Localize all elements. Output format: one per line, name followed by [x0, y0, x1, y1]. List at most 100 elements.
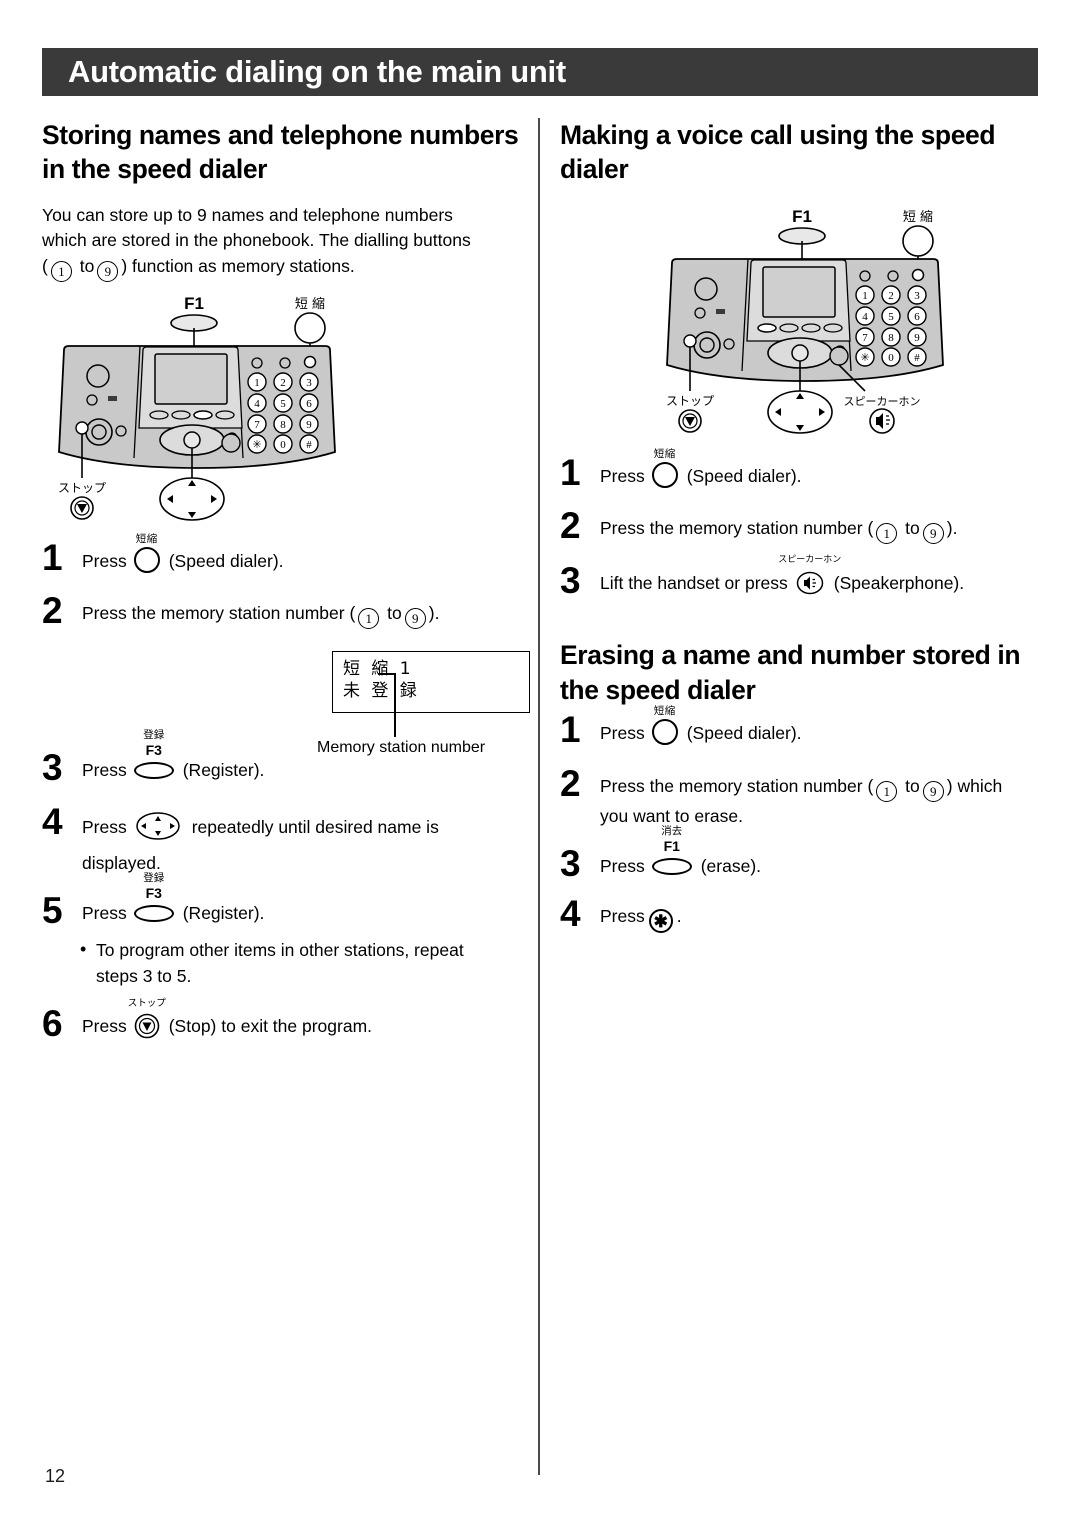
fax-machine-diagram-right: F1 短 縮 1 2 3 4 5 6 7 8 9 ✳ 0 # ストップ スピーカ…	[650, 205, 1040, 448]
fax-panel-svg-right: F1 短 縮 1 2 3 4 5 6 7 8 9 ✳ 0 # ストップ スピーカ…	[666, 207, 944, 434]
intro-line-2: which are stored in the phonebook. The d…	[42, 230, 471, 251]
step-number: 3	[560, 842, 581, 884]
step-verb: Press	[600, 723, 645, 744]
right-erase-step-1: 1 Press 短縮 (Speed dialer).	[560, 705, 1040, 748]
svg-text:3: 3	[914, 290, 920, 302]
right-voice-step-3: 3 Lift the handset or press スピーカーホン (Speak…	[560, 556, 1040, 600]
svg-text:5: 5	[888, 311, 894, 323]
key-caption: ストップ	[127, 997, 166, 1009]
lcd-screen: 短 縮 1 未 登 録	[332, 651, 530, 714]
step-verb: Press	[600, 906, 645, 926]
speed-dialer-callout-label: 短 縮	[903, 209, 933, 225]
svg-text:#: #	[306, 439, 312, 451]
svg-text:0: 0	[888, 352, 894, 364]
right-erase-step-4: 4 Press ✱.	[560, 895, 1040, 933]
key-label: F3	[145, 884, 162, 901]
key-caption: 登録	[143, 729, 165, 742]
svg-text:6: 6	[914, 311, 920, 323]
circled-digit-1: 1	[358, 608, 380, 630]
left-column: Storing names and telephone numbers in t…	[42, 118, 530, 1042]
left-step-2: 2 Press the memory station number (1 to 9…	[42, 592, 522, 630]
svg-text:#: #	[914, 352, 920, 364]
stop-key-icon[interactable]: ストップ	[128, 999, 166, 1039]
step-mid: to	[905, 775, 920, 796]
svg-text:7: 7	[254, 419, 260, 431]
step-text: Press 消去 F1 (erase).	[600, 826, 1040, 879]
speakerphone-key-icon[interactable]: スピーカーホン	[778, 556, 841, 596]
svg-text:✳: ✳	[252, 439, 261, 451]
step-number: 1	[42, 536, 63, 578]
step-prefix: Press the memory station number (	[82, 603, 356, 624]
left-intro-paragraph: You can store up to 9 names and telephon…	[42, 203, 522, 282]
step-text: Press the memory station number (1 to 9).	[82, 600, 522, 630]
circled-digit-9: 9	[97, 260, 119, 282]
page-title: Automatic dialing on the main unit	[68, 54, 566, 89]
intro-line-3-suffix: ) function as memory stations.	[121, 255, 355, 276]
svg-text:8: 8	[888, 332, 894, 344]
svg-text:9: 9	[914, 332, 920, 344]
step-text: Press the memory station number (1 to 9) …	[600, 773, 1040, 829]
step-suffix: (Speed dialer).	[168, 550, 284, 571]
step-suffix: (Speakerphone).	[833, 573, 965, 594]
step-suffix: (erase).	[700, 855, 762, 876]
intro-line-1: You can store up to 9 names and telephon…	[42, 204, 453, 225]
step-text: Press 登録 F3 (Register).	[82, 873, 522, 926]
document-page: Automatic dialing on the main unit Stori…	[0, 0, 1080, 1528]
bullet-line-1: To program other items in other stations…	[96, 940, 464, 961]
step-verb: Press	[82, 550, 127, 571]
step-verb: Press	[600, 855, 645, 876]
svg-text:0: 0	[280, 439, 286, 451]
step-text: Press ストップ (Stop) to exit the program.	[82, 999, 522, 1039]
circled-digit-9: 9	[922, 523, 944, 545]
step-suffix: ).	[428, 603, 440, 624]
bullet-line-2: steps 3 to 5.	[96, 965, 192, 986]
step-suffix: ) which	[946, 775, 1003, 796]
step-verb: Press	[82, 760, 127, 781]
svg-text:3: 3	[306, 377, 312, 389]
circled-digit-1: 1	[876, 780, 898, 802]
circled-digit-1: 1	[876, 523, 898, 545]
f3-register-key-icon[interactable]: 登録 F3	[133, 873, 174, 926]
stop-callout-label: ストップ	[666, 394, 714, 408]
lcd-line-1: 短 縮 1	[343, 659, 414, 680]
f1-callout-label: F1	[792, 207, 812, 226]
speed-dialer-key-icon[interactable]: 短縮	[651, 705, 678, 746]
page-title-bar: Automatic dialing on the main unit	[42, 48, 1038, 96]
navigator-key-icon[interactable]	[135, 811, 181, 848]
step-suffix: (Speed dialer).	[686, 465, 802, 486]
speed-dialer-callout-label: 短 縮	[295, 296, 325, 312]
key-caption: 消去	[661, 824, 683, 837]
f1-erase-key-icon[interactable]: 消去 F1	[651, 826, 692, 879]
key-caption: 短縮	[653, 705, 676, 718]
speed-dialer-key-icon[interactable]: 短縮	[651, 448, 678, 489]
column-divider	[538, 118, 540, 1475]
step-verb: Lift the handset or press	[600, 573, 788, 594]
circled-digit-9: 9	[922, 780, 944, 802]
speed-dialer-key-icon[interactable]: 短縮	[133, 533, 160, 574]
left-step-5: 5 Press 登録 F3 (Register).	[42, 873, 522, 929]
page-number: 12	[45, 1466, 66, 1486]
step-suffix: ).	[946, 518, 958, 539]
step-text: Press 短縮 (Speed dialer).	[600, 448, 1040, 489]
step-text: Lift the handset or press スピーカーホン (Speaker…	[600, 556, 1040, 596]
lcd-leader-line	[394, 673, 396, 738]
step-verb: Press	[82, 817, 127, 838]
f3-register-key-icon[interactable]: 登録 F3	[133, 730, 174, 783]
star-key-icon[interactable]: ✱	[648, 909, 673, 933]
step-text: Press 短縮 (Speed dialer).	[82, 533, 522, 574]
right-voice-heading: Making a voice call using the speed dial…	[560, 120, 996, 185]
lcd-line-2: 未 登 録	[343, 680, 420, 701]
left-step-6: 6 Press ストップ (Stop) to exit the program.	[42, 999, 522, 1042]
svg-text:9: 9	[306, 419, 312, 431]
svg-text:4: 4	[862, 311, 868, 323]
step-text: Press 登録 F3 (Register).	[82, 730, 522, 783]
step-suffix: repeatedly until desired name is	[191, 817, 439, 838]
step-suffix: (Speed dialer).	[686, 723, 802, 744]
circled-digit-1: 1	[50, 260, 72, 282]
step-number: 4	[560, 893, 581, 934]
svg-text:4: 4	[254, 398, 260, 410]
step-verb: Press	[82, 902, 127, 923]
right-voice-step-1: 1 Press 短縮 (Speed dialer).	[560, 448, 1040, 491]
step-number: 1	[560, 709, 581, 751]
svg-text:6: 6	[306, 398, 312, 410]
